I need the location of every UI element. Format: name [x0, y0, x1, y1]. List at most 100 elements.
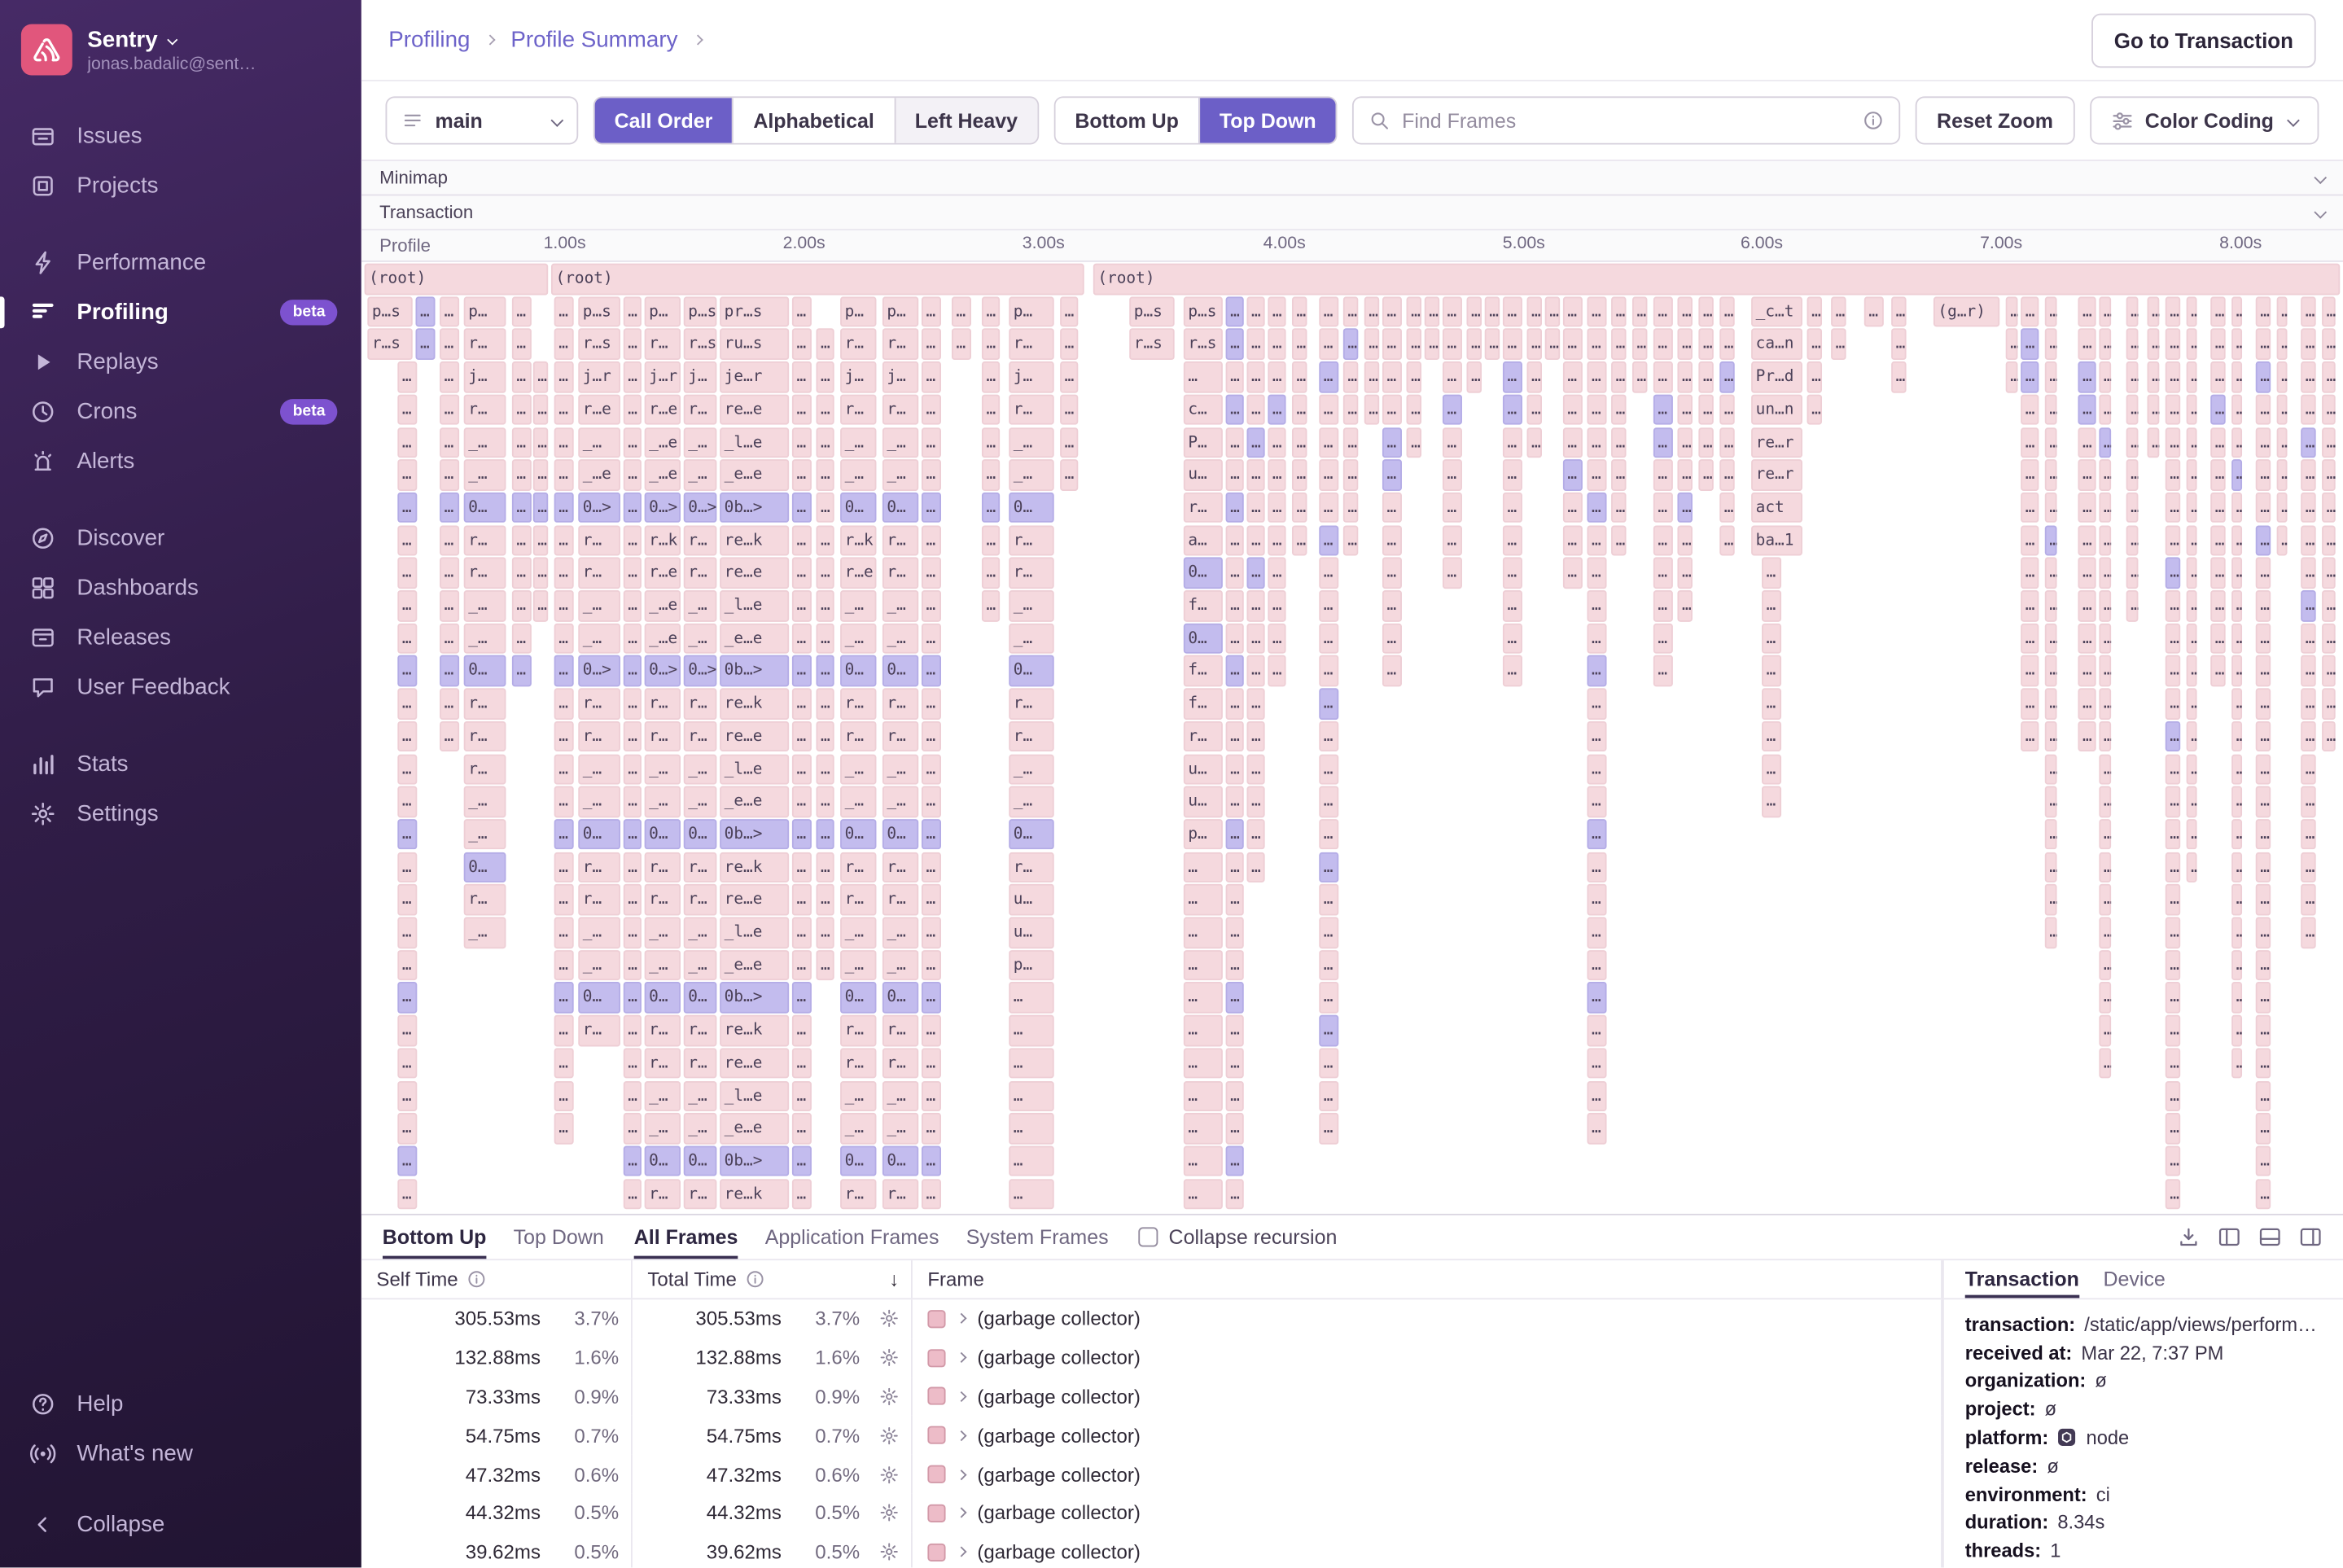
flame-frame[interactable]: 0…	[840, 819, 876, 850]
flame-frame[interactable]: …	[922, 754, 941, 785]
flame-frame[interactable]: …	[1184, 950, 1223, 981]
flame-frame[interactable]: …	[397, 884, 417, 915]
flame-frame[interactable]: …	[1443, 394, 1462, 425]
flame-frame[interactable]: …	[1268, 361, 1285, 392]
flame-frame[interactable]: …	[1343, 427, 1358, 458]
flame-frame[interactable]: …	[2099, 590, 2111, 621]
flame-frame[interactable]: _…	[645, 1113, 681, 1144]
flame-frame[interactable]: j…	[882, 361, 918, 392]
flame-frame[interactable]: …	[624, 361, 642, 392]
flame-frame[interactable]: …	[440, 329, 459, 360]
flame-frame[interactable]: …	[2045, 786, 2057, 817]
flame-frame[interactable]: …	[1526, 296, 1541, 327]
flame-frame[interactable]: …	[554, 1080, 574, 1111]
flame-frame[interactable]: …	[533, 558, 548, 589]
toggle-left-heavy[interactable]: Left Heavy	[894, 98, 1037, 142]
flame-frame[interactable]: u…	[1009, 884, 1053, 915]
flame-frame[interactable]: …	[2231, 427, 2242, 458]
flame-frame[interactable]: _…	[578, 950, 620, 981]
flame-frame[interactable]: …	[1382, 361, 1402, 392]
flame-frame[interactable]: …	[816, 590, 834, 621]
flame-frame[interactable]: …	[922, 558, 941, 589]
flame-frame[interactable]: …	[2301, 884, 2315, 915]
flame-frame[interactable]: …	[1407, 427, 1421, 458]
flame-frame[interactable]: …	[440, 427, 459, 458]
flame-frame[interactable]: …	[2322, 296, 2336, 327]
flame-frame[interactable]: _…	[645, 786, 681, 817]
flame-frame[interactable]: …	[1246, 819, 1264, 850]
flame-frame[interactable]: _…	[882, 950, 918, 981]
flame-frame[interactable]: …	[1443, 525, 1462, 556]
flame-frame[interactable]: …	[2126, 459, 2139, 490]
flame-frame[interactable]: …	[397, 917, 417, 948]
flame-frame[interactable]: _…	[578, 754, 620, 785]
flame-frame[interactable]: …	[2099, 493, 2111, 523]
flame-frame[interactable]: r…	[578, 1015, 620, 1046]
flame-frame[interactable]: …	[2277, 361, 2288, 392]
flame-frame[interactable]: …	[922, 623, 941, 654]
flame-frame[interactable]: 0…	[1009, 493, 1053, 523]
flame-frame[interactable]: …	[2187, 590, 2197, 621]
flame-frame[interactable]: …	[2187, 786, 2197, 817]
flame-frame[interactable]: …	[792, 819, 812, 850]
table-row[interactable]: 47.32ms0.6%47.32ms0.6%(garbage collector…	[361, 1455, 1942, 1494]
flame-frame[interactable]: …	[1587, 917, 1606, 948]
sidebar-item-settings[interactable]: Settings	[0, 789, 361, 839]
flame-frame[interactable]: …	[512, 558, 532, 589]
flame-frame[interactable]: …	[1319, 819, 1338, 850]
flame-frame[interactable]: …	[2099, 459, 2111, 490]
flame-frame[interactable]: …	[816, 819, 834, 850]
flame-frame[interactable]: …	[1246, 754, 1264, 785]
flame-frame[interactable]: …	[1503, 361, 1522, 392]
flame-frame[interactable]: re…e	[720, 721, 789, 752]
sidebar-item-dashboards[interactable]: Dashboards	[0, 563, 361, 613]
flame-frame[interactable]: …	[2166, 1015, 2180, 1046]
flame-frame[interactable]: …	[397, 983, 417, 1014]
flame-frame[interactable]: …	[1467, 329, 1482, 360]
flame-frame[interactable]: …	[2166, 493, 2180, 523]
flame-frame[interactable]: …	[1226, 786, 1244, 817]
flame-frame[interactable]: …	[2187, 329, 2197, 360]
flame-frame[interactable]: 0…	[464, 852, 506, 883]
flame-frame[interactable]: r…s	[1184, 329, 1223, 360]
flame-frame[interactable]: r…	[464, 394, 506, 425]
tab-all-frames[interactable]: All Frames	[634, 1215, 738, 1259]
flame-frame[interactable]: …	[1009, 1015, 1053, 1046]
flame-frame[interactable]: …	[1503, 493, 1522, 523]
flame-frame[interactable]: (root)	[365, 264, 549, 295]
flame-frame[interactable]: …	[922, 590, 941, 621]
expand-chevron-icon[interactable]	[956, 1314, 966, 1325]
flame-frame[interactable]: …	[1653, 655, 1673, 686]
flame-frame[interactable]: …	[2301, 655, 2315, 686]
flame-frame[interactable]: …	[2210, 493, 2225, 523]
flame-frame[interactable]: …	[512, 361, 532, 392]
flame-frame[interactable]: …	[1268, 329, 1285, 360]
flame-frame[interactable]: …	[982, 329, 1000, 360]
flame-frame[interactable]: …	[554, 819, 574, 850]
flame-frame[interactable]: …	[2231, 786, 2242, 817]
flame-frame[interactable]: …	[1632, 296, 1647, 327]
flame-frame[interactable]: …	[2166, 558, 2180, 589]
flame-frame[interactable]: …	[2126, 493, 2139, 523]
flame-frame[interactable]: …	[2322, 623, 2336, 654]
flame-frame[interactable]: …	[624, 655, 642, 686]
flame-frame[interactable]: …	[440, 459, 459, 490]
flame-frame[interactable]: 0…	[1009, 819, 1053, 850]
flame-frame[interactable]: …	[1611, 493, 1626, 523]
flame-frame[interactable]: …	[2148, 361, 2160, 392]
flame-frame[interactable]: _…	[1009, 754, 1053, 785]
flame-frame[interactable]: …	[554, 558, 574, 589]
flame-frame[interactable]: …	[2231, 590, 2242, 621]
flame-frame[interactable]: …	[2277, 329, 2288, 360]
sidebar-item-crons[interactable]: Cronsbeta	[0, 387, 361, 436]
flame-frame[interactable]: …	[2210, 623, 2225, 654]
toggle-top-down[interactable]: Top Down	[1198, 98, 1336, 142]
flame-frame[interactable]: …	[1632, 361, 1647, 392]
flame-frame[interactable]: …	[1184, 1145, 1223, 1176]
flame-frame[interactable]: …	[2099, 623, 2111, 654]
flame-frame[interactable]: _…	[882, 754, 918, 785]
flame-frame[interactable]: …	[792, 361, 812, 392]
flame-frame[interactable]: …	[1246, 361, 1264, 392]
tab-system-frames[interactable]: System Frames	[966, 1215, 1109, 1259]
flame-frame[interactable]: …	[816, 884, 834, 915]
